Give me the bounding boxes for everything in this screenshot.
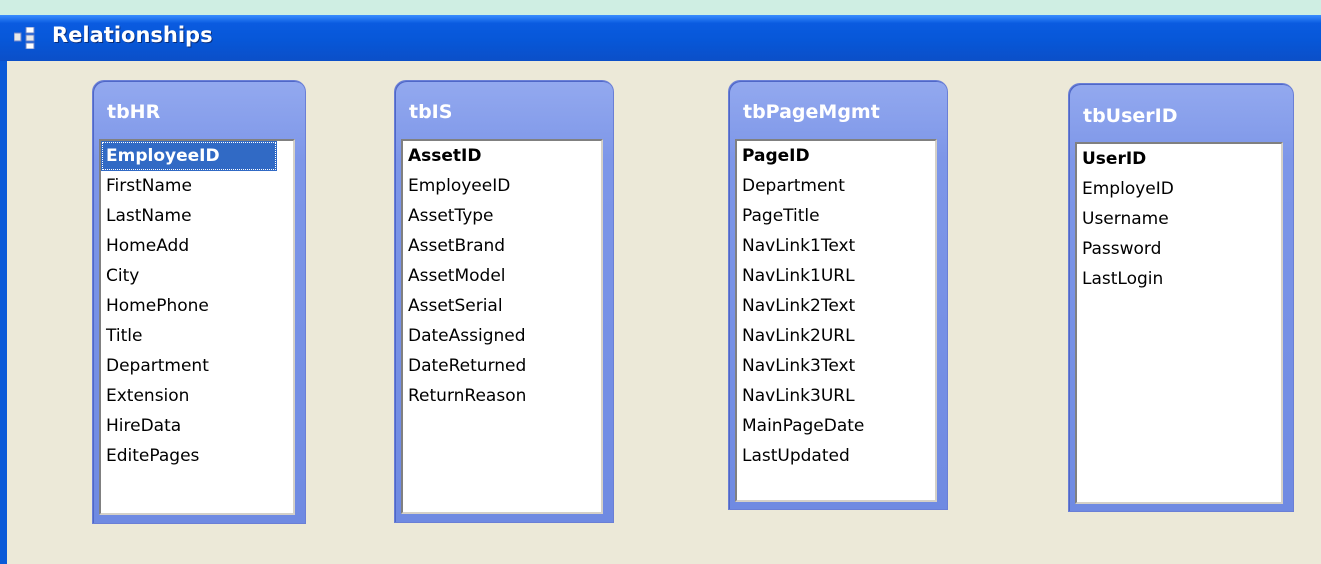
table-title[interactable]: tbHR (107, 101, 160, 123)
field-username[interactable]: Username (1077, 204, 1281, 234)
field-department[interactable]: Department (101, 351, 293, 381)
field-editepages[interactable]: EditePages (101, 441, 293, 471)
field-list[interactable]: UserID EmployeID Username Password LastL… (1075, 142, 1283, 504)
table-title[interactable]: tbIS (409, 101, 452, 123)
field-datereturned[interactable]: DateReturned (403, 351, 601, 381)
field-dateassigned[interactable]: DateAssigned (403, 321, 601, 351)
field-employeeid[interactable]: EmployeeID (403, 171, 601, 201)
table-tbUserID[interactable]: tbUserID UserID EmployeID Username Passw… (1068, 83, 1294, 512)
field-navlink1url[interactable]: NavLink1URL (737, 261, 935, 291)
field-extension[interactable]: Extension (101, 381, 293, 411)
table-title[interactable]: tbUserID (1083, 105, 1178, 127)
relationships-icon[interactable] (13, 26, 44, 50)
title-bar[interactable]: Relationships (0, 15, 1321, 61)
table-tbHR[interactable]: tbHR EmployeeID FirstName LastName HomeA… (92, 80, 306, 524)
field-pagetitle[interactable]: PageTitle (737, 201, 935, 231)
field-list[interactable]: PageID Department PageTitle NavLink1Text… (735, 139, 937, 502)
field-assetid[interactable]: AssetID (403, 141, 601, 171)
field-assettype[interactable]: AssetType (403, 201, 601, 231)
field-returnreason[interactable]: ReturnReason (403, 381, 601, 411)
field-homephone[interactable]: HomePhone (101, 291, 293, 321)
window-title: Relationships (52, 23, 213, 47)
field-title[interactable]: Title (101, 321, 293, 351)
field-lastlogin[interactable]: LastLogin (1077, 264, 1281, 294)
field-navlink1text[interactable]: NavLink1Text (737, 231, 935, 261)
field-homeadd[interactable]: HomeAdd (101, 231, 293, 261)
field-city[interactable]: City (101, 261, 293, 291)
field-navlink2url[interactable]: NavLink2URL (737, 321, 935, 351)
table-tbPageMgmt[interactable]: tbPageMgmt PageID Department PageTitle N… (728, 80, 948, 510)
table-title[interactable]: tbPageMgmt (743, 101, 880, 123)
field-navlink3url[interactable]: NavLink3URL (737, 381, 935, 411)
field-hiredata[interactable]: HireData (101, 411, 293, 441)
field-department[interactable]: Department (737, 171, 935, 201)
field-list[interactable]: AssetID EmployeeID AssetType AssetBrand … (401, 139, 603, 514)
field-assetbrand[interactable]: AssetBrand (403, 231, 601, 261)
field-userid[interactable]: UserID (1077, 144, 1281, 174)
field-employeeid[interactable]: EmployeeID (101, 141, 277, 171)
field-navlink3text[interactable]: NavLink3Text (737, 351, 935, 381)
field-password[interactable]: Password (1077, 234, 1281, 264)
field-assetserial[interactable]: AssetSerial (403, 291, 601, 321)
field-lastupdated[interactable]: LastUpdated (737, 441, 935, 471)
field-pageid[interactable]: PageID (737, 141, 935, 171)
field-firstname[interactable]: FirstName (101, 171, 293, 201)
field-list[interactable]: EmployeeID FirstName LastName HomeAdd Ci… (99, 139, 295, 515)
field-lastname[interactable]: LastName (101, 201, 293, 231)
table-tbIS[interactable]: tbIS AssetID EmployeeID AssetType AssetB… (394, 80, 614, 523)
field-navlink2text[interactable]: NavLink2Text (737, 291, 935, 321)
relationships-canvas[interactable]: tbHR EmployeeID FirstName LastName HomeA… (7, 61, 1321, 564)
relationships-window: Relationships tbHR EmployeeID FirstName … (0, 15, 1321, 564)
field-employeid[interactable]: EmployeID (1077, 174, 1281, 204)
field-assetmodel[interactable]: AssetModel (403, 261, 601, 291)
field-mainpagedate[interactable]: MainPageDate (737, 411, 935, 441)
